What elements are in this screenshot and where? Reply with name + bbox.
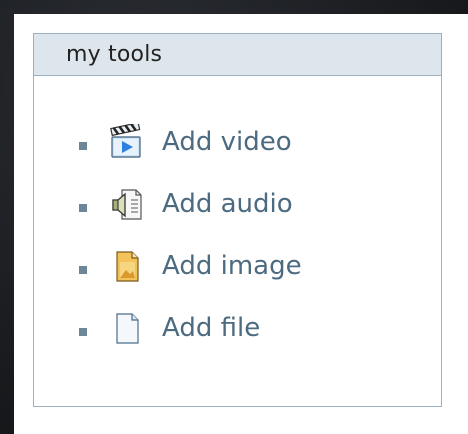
audio-speaker-icon bbox=[108, 186, 144, 222]
bullet-icon bbox=[79, 328, 87, 336]
bullet-icon bbox=[79, 204, 87, 212]
video-clapper-icon bbox=[108, 124, 144, 160]
add-video-link[interactable]: Add video bbox=[108, 122, 292, 162]
file-document-icon bbox=[108, 310, 144, 346]
add-audio-label: Add audio bbox=[162, 189, 293, 219]
list-item-add-audio: Add audio bbox=[34, 184, 441, 246]
add-file-label: Add file bbox=[162, 313, 261, 343]
my-tools-panel: my tools Add video Add audio Add image A… bbox=[33, 33, 442, 407]
panel-title: my tools bbox=[66, 42, 163, 67]
add-audio-link[interactable]: Add audio bbox=[108, 184, 293, 224]
image-document-icon bbox=[108, 248, 144, 284]
bullet-icon bbox=[79, 142, 87, 150]
list-item-add-image: Add image bbox=[34, 246, 441, 308]
add-image-label: Add image bbox=[162, 251, 302, 281]
add-video-label: Add video bbox=[162, 127, 292, 157]
add-file-link[interactable]: Add file bbox=[108, 308, 260, 348]
bullet-icon bbox=[79, 266, 87, 274]
add-image-link[interactable]: Add image bbox=[108, 246, 302, 286]
panel-header: my tools bbox=[34, 34, 441, 76]
tool-list: Add video Add audio Add image Add file bbox=[34, 122, 441, 370]
list-item-add-file: Add file bbox=[34, 308, 441, 370]
list-item-add-video: Add video bbox=[34, 122, 441, 184]
